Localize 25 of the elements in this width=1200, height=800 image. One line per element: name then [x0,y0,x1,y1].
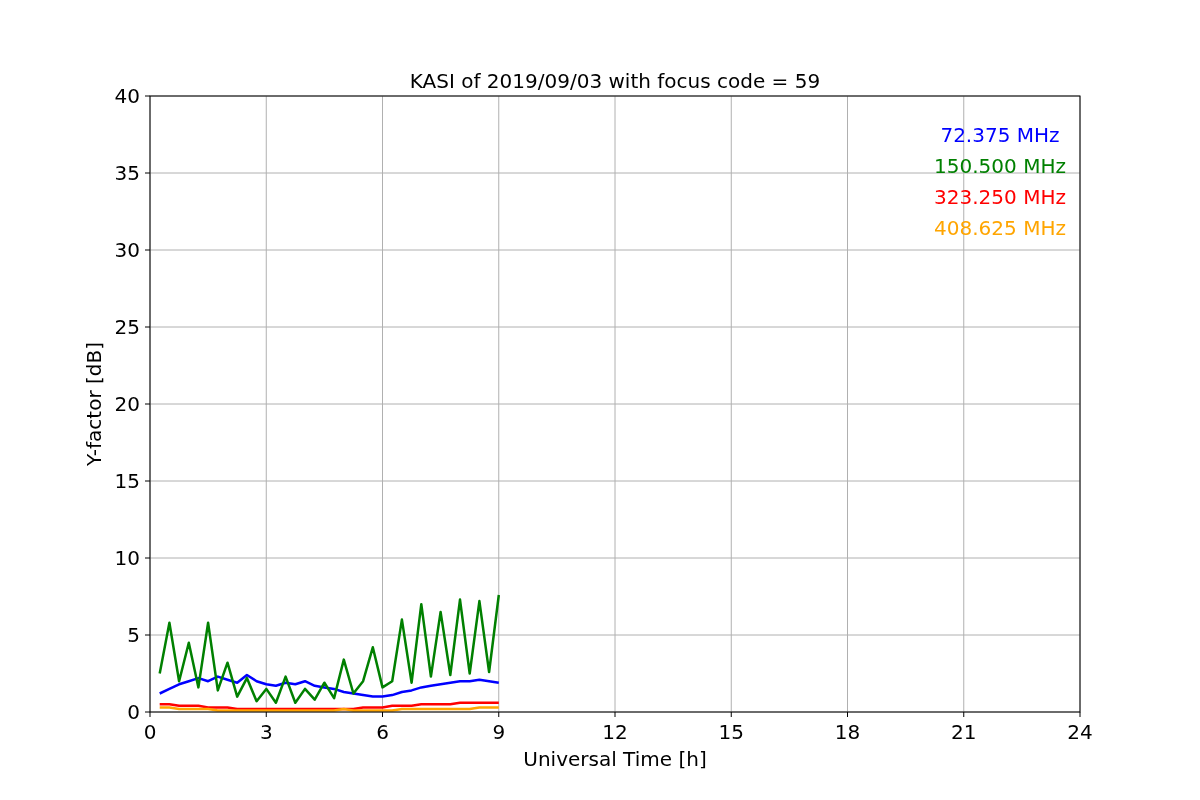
y-tick-label: 40 [114,84,140,108]
y-tick-label: 20 [114,392,140,416]
y-axis-label: Y-factor [dB] [82,342,106,466]
x-tick-label: 6 [376,720,389,744]
x-axis-label: Universal Time [h] [523,747,707,771]
x-tick-label: 3 [259,720,273,744]
y-tick-label: 5 [127,623,140,647]
y-tick-label: 25 [114,315,140,339]
x-tick-label: 24 [1067,720,1093,744]
chart-title: KASI of 2019/09/03 with focus code = 59 [409,69,821,93]
legend-label: 323.250 MHz [934,185,1066,209]
x-tick-label: 0 [143,720,157,744]
y-tick-label: 30 [114,238,140,262]
legend-label: 150.500 MHz [934,154,1066,178]
x-tick-label: 18 [834,720,861,744]
y-tick-label: 35 [114,161,140,185]
x-tick-label: 21 [951,720,977,744]
y-tick-label: 10 [114,546,140,570]
legend-label: 72.375 MHz [940,123,1060,147]
legend-label: 408.625 MHz [934,216,1066,240]
x-tick-label: 15 [718,720,744,744]
y-tick-label: 15 [114,469,140,493]
y-tick-label: 0 [127,700,140,724]
x-tick-label: 9 [492,720,506,744]
x-tick-label: 12 [602,720,628,744]
